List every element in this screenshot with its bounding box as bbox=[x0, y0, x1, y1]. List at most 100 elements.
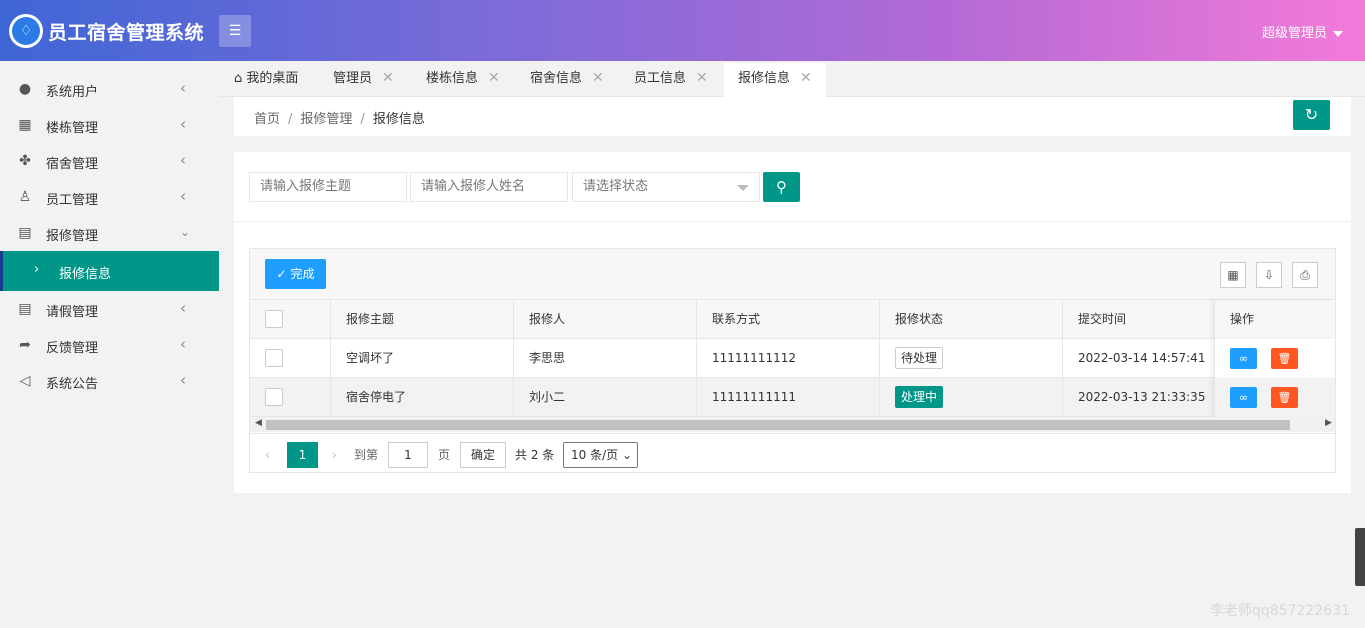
close-icon[interactable]: ✕ bbox=[696, 70, 708, 86]
refresh-icon: ↻ bbox=[1304, 105, 1319, 124]
select-all-checkbox[interactable] bbox=[265, 310, 283, 328]
next-page-icon[interactable]: › bbox=[332, 442, 337, 468]
sidebar-item-leave[interactable]: ▤ 请假管理 ‹ bbox=[0, 291, 219, 327]
complete-button[interactable]: ✓ 完成 bbox=[265, 259, 326, 289]
check-circle-icon: ✓ bbox=[276, 267, 287, 281]
sidebar-item-announcements[interactable]: ◁ 系统公告 ‹ bbox=[0, 363, 219, 399]
breadcrumb-home[interactable]: 首页 bbox=[254, 112, 280, 127]
tab-desktop[interactable]: ⌂ 我的桌面 bbox=[234, 63, 298, 97]
chevron-left-icon: ‹ bbox=[180, 299, 186, 317]
sidebar-item-system-users[interactable]: ● 系统用户 ‹ bbox=[0, 71, 219, 107]
close-icon[interactable]: ✕ bbox=[592, 70, 604, 86]
table-header: 报修主题 报修人 联系方式 报修状态 提交时间 操作 bbox=[250, 300, 1335, 339]
table-row: 空调坏了 李思思 11111111112 待处理 2022-03-14 14:5… bbox=[250, 339, 1335, 378]
tab-repairs[interactable]: 报修信息 ✕ bbox=[724, 63, 826, 97]
goto-page-input[interactable]: 1 bbox=[388, 442, 428, 468]
sidebar-subitem-repair-info[interactable]: › 报修信息 bbox=[0, 251, 219, 291]
status-badge: 处理中 bbox=[895, 386, 944, 408]
caret-down-icon bbox=[1333, 30, 1343, 37]
cell-status: 待处理 bbox=[879, 339, 1062, 378]
select-placeholder: 请选择状态 bbox=[583, 179, 649, 194]
cell-reporter: 刘小二 bbox=[513, 378, 696, 417]
horizontal-scrollbar[interactable]: ◀ ▶ bbox=[250, 417, 1335, 432]
hamburger-icon: ☰ bbox=[228, 23, 242, 39]
tab-employees[interactable]: 员工信息 ✕ bbox=[634, 63, 708, 97]
chevron-left-icon: ‹ bbox=[180, 79, 186, 97]
cell-subject: 宿舍停电了 bbox=[330, 378, 513, 417]
tab-bar: ⌂ 我的桌面 管理员 ✕ 楼栋信息 ✕ 宿舍信息 ✕ 员工信息 ✕ 报修信息 ✕ bbox=[219, 61, 1365, 97]
link-button[interactable]: ∞ bbox=[1230, 348, 1257, 369]
app-logo: ♢ bbox=[9, 14, 43, 48]
dropdown-arrow-icon bbox=[737, 185, 749, 191]
sidebar-item-label: 员工管理 bbox=[46, 193, 99, 208]
user-name: 超级管理员 bbox=[1261, 26, 1327, 41]
close-icon[interactable]: ✕ bbox=[800, 70, 812, 86]
status-select[interactable]: 请选择状态 bbox=[572, 172, 760, 202]
row-checkbox[interactable] bbox=[265, 349, 283, 367]
input-placeholder: 请输入报修人姓名 bbox=[421, 179, 526, 194]
tab-dorms[interactable]: 宿舍信息 ✕ bbox=[530, 63, 604, 97]
sidebar-item-label: 反馈管理 bbox=[46, 341, 99, 356]
sidebar-item-feedback[interactable]: ➦ 反馈管理 ‹ bbox=[0, 327, 219, 363]
sidebar-item-label: 宿舍管理 bbox=[46, 157, 99, 172]
header-phone: 联系方式 bbox=[696, 300, 879, 339]
goto-confirm-button[interactable]: 确定 bbox=[460, 442, 506, 468]
tab-label: 员工信息 bbox=[634, 71, 687, 86]
link-icon: ∞ bbox=[1238, 352, 1249, 365]
close-icon[interactable]: ✕ bbox=[488, 70, 500, 86]
sidebar-item-employees[interactable]: ♙ 员工管理 ‹ bbox=[0, 179, 219, 215]
menu-toggle-button[interactable]: ☰ bbox=[219, 15, 251, 47]
print-icon[interactable]: ⎙ bbox=[1292, 262, 1318, 288]
delete-button[interactable]: 🗑 bbox=[1271, 348, 1298, 369]
sidebar-item-buildings[interactable]: ▦ 楼栋管理 ‹ bbox=[0, 107, 219, 143]
page-unit-label: 页 bbox=[438, 448, 451, 462]
cell-phone: 11111111112 bbox=[696, 339, 879, 378]
complete-button-label: 完成 bbox=[290, 267, 315, 281]
current-page[interactable]: 1 bbox=[287, 442, 318, 468]
page-size-value: 10 条/页 bbox=[571, 448, 619, 462]
chevron-down-icon: ⌄ bbox=[621, 448, 633, 462]
scroll-right-icon[interactable]: ▶ bbox=[1325, 418, 1332, 428]
sidebar-item-repairs[interactable]: ▤ 报修管理 ⌄ bbox=[0, 215, 219, 251]
sidebar-item-dorms[interactable]: ✤ 宿舍管理 ‹ bbox=[0, 143, 219, 179]
cell-status: 处理中 bbox=[879, 378, 1062, 417]
chevron-left-icon: ‹ bbox=[180, 371, 186, 389]
page-size-select[interactable]: 10 条/页 ⌄ bbox=[563, 442, 638, 468]
link-button[interactable]: ∞ bbox=[1230, 387, 1257, 408]
tab-label: 报修信息 bbox=[738, 71, 791, 86]
table-toolbar: ✓ 完成 ▦ ⇩ ⎙ bbox=[250, 249, 1335, 300]
scrollbar-thumb[interactable] bbox=[266, 420, 1290, 430]
columns-filter-icon[interactable]: ▦ bbox=[1220, 262, 1246, 288]
side-handle[interactable] bbox=[1355, 528, 1365, 586]
sidebar-subitem-label: 报修信息 bbox=[59, 267, 112, 282]
app-title: 员工宿舍管理系统 bbox=[48, 22, 205, 44]
user-menu[interactable]: 超级管理员 bbox=[1262, 22, 1343, 41]
search-form: 请输入报修主题 请输入报修人姓名 请选择状态 ⚲ bbox=[234, 152, 1351, 222]
tab-admins[interactable]: 管理员 ✕ bbox=[333, 63, 394, 97]
sidebar-item-label: 报修管理 bbox=[46, 229, 99, 244]
tab-buildings[interactable]: 楼栋信息 ✕ bbox=[426, 63, 500, 97]
name-search-input[interactable]: 请输入报修人姓名 bbox=[410, 172, 568, 202]
refresh-button[interactable]: ↻ bbox=[1293, 100, 1330, 130]
search-icon: ⚲ bbox=[776, 178, 787, 196]
prev-page-icon[interactable]: ‹ bbox=[265, 442, 270, 468]
tab-label: 我的桌面 bbox=[246, 71, 299, 86]
goto-label: 到第 bbox=[354, 448, 379, 462]
close-icon[interactable]: ✕ bbox=[382, 70, 394, 86]
user-icon: ● bbox=[18, 81, 32, 97]
watermark: 李老师qq857222631 bbox=[1210, 603, 1350, 619]
delete-button[interactable]: 🗑 bbox=[1271, 387, 1298, 408]
tie-icon: ♢ bbox=[12, 17, 40, 45]
scroll-left-icon[interactable]: ◀ bbox=[255, 418, 262, 428]
subject-search-input[interactable]: 请输入报修主题 bbox=[249, 172, 407, 202]
cell-actions: ∞ 🗑 bbox=[1214, 378, 1335, 417]
tab-label: 宿舍信息 bbox=[530, 71, 583, 86]
export-icon[interactable]: ⇩ bbox=[1256, 262, 1282, 288]
header-status: 报修状态 bbox=[879, 300, 1062, 339]
row-checkbox[interactable] bbox=[265, 388, 283, 406]
grid-icon: ▦ bbox=[18, 117, 32, 133]
chevron-down-icon: ⌄ bbox=[180, 225, 191, 239]
cell-actions: ∞ 🗑 bbox=[1214, 339, 1335, 378]
breadcrumb-parent[interactable]: 报修管理 bbox=[300, 112, 352, 127]
search-button[interactable]: ⚲ bbox=[763, 172, 800, 202]
